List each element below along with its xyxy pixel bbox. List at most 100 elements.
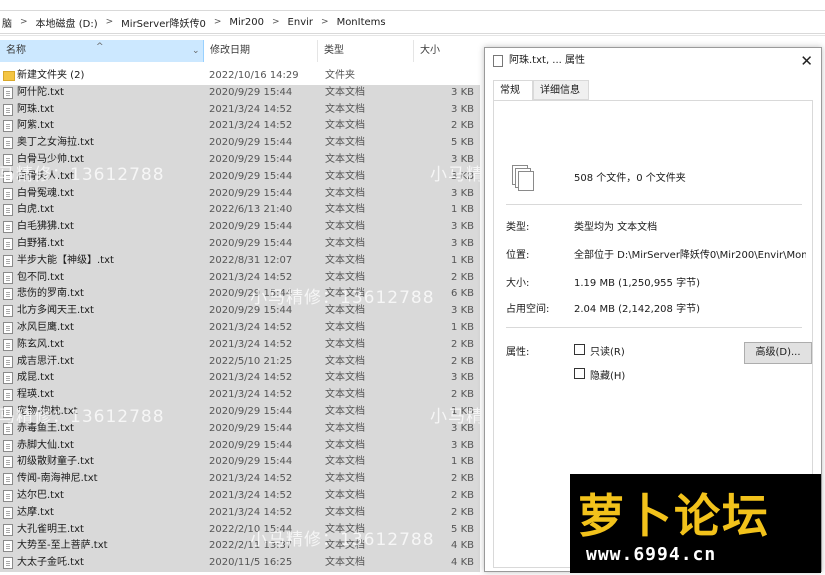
text-file-icon xyxy=(3,237,13,250)
chevron-right-icon: > xyxy=(105,17,114,27)
file-row[interactable]: 白骨冤魂.txt 2020/9/29 15:44 文本文档 3 KB xyxy=(0,185,480,203)
file-row[interactable]: 阿珠.txt 2021/3/24 14:52 文本文档 3 KB xyxy=(0,101,480,119)
tab-details[interactable]: 详细信息 xyxy=(533,80,589,100)
file-type: 文件夹 xyxy=(325,70,355,81)
file-row[interactable]: 传闻-南海神尼.txt 2021/3/24 14:52 文本文档 2 KB xyxy=(0,471,480,488)
file-row[interactable]: 新建文件夹 (2) 2022/10/16 14:29 文件夹 xyxy=(0,68,480,85)
file-row[interactable]: 达尔巴.txt 2021/3/24 14:52 文本文档 2 KB xyxy=(0,487,480,505)
text-file-icon xyxy=(3,506,13,519)
text-file-icon xyxy=(3,489,13,502)
column-header-size[interactable]: 大小 xyxy=(414,40,480,62)
file-row[interactable]: 白毛狒狒.txt 2020/9/29 15:44 文本文档 3 KB xyxy=(0,219,480,236)
file-size: 5 KB xyxy=(451,137,474,149)
readonly-checkbox[interactable] xyxy=(574,344,585,355)
dialog-title: 阿珠.txt, ... 属性 xyxy=(509,55,586,66)
column-header-name[interactable]: 名称 ^ ⌄ xyxy=(0,40,204,62)
chevron-right-icon: > xyxy=(213,17,222,27)
file-row[interactable]: 赤毒鱼王.txt 2020/9/29 15:44 文本文档 3 KB xyxy=(0,420,480,438)
file-row[interactable]: 白虎.txt 2022/6/13 21:40 文本文档 1 KB xyxy=(0,202,480,220)
file-modified-date: 2020/9/29 15:44 xyxy=(209,221,293,233)
file-size: 2 KB xyxy=(451,506,474,518)
file-name: 成昆.txt xyxy=(17,372,54,384)
file-modified-date: 2021/3/24 14:52 xyxy=(209,506,293,518)
file-row[interactable]: 冰风巨鹰.txt 2021/3/24 14:52 文本文档 1 KB xyxy=(0,319,480,337)
file-name: 阿珠.txt xyxy=(17,103,54,115)
file-name: 大太子金吒.txt xyxy=(17,557,84,569)
file-type: 文本文档 xyxy=(325,523,365,535)
file-name: 赤毒鱼王.txt xyxy=(17,422,74,434)
breadcrumb-item-mirserver[interactable]: MirServer降妖传0 xyxy=(121,15,206,30)
file-name: 新建文件夹 (2) xyxy=(17,70,85,81)
readonly-label[interactable]: 只读(R) xyxy=(590,343,625,358)
file-row[interactable]: 阿紫.txt 2021/3/24 14:52 文本文档 2 KB xyxy=(0,118,480,136)
selection-summary: 508 个文件，0 个文件夹 xyxy=(574,173,686,184)
text-file-icon xyxy=(3,372,13,385)
file-row[interactable]: 宠物-抱枕.txt 2020/9/29 15:44 文本文档 1 KB xyxy=(0,403,480,421)
text-file-icon xyxy=(3,405,13,418)
file-row[interactable]: 奥丁之女海拉.txt 2020/9/29 15:44 文本文档 5 KB xyxy=(0,135,480,152)
hidden-checkbox[interactable] xyxy=(574,368,585,379)
file-row[interactable]: 白骨马少帅.txt 2020/9/29 15:44 文本文档 3 KB xyxy=(0,151,480,169)
file-modified-date: 2022/8/31 12:07 xyxy=(209,254,293,266)
column-header-type[interactable]: 类型 xyxy=(318,40,414,62)
file-type: 文本文档 xyxy=(325,137,365,149)
file-name: 包不同.txt xyxy=(17,271,64,283)
file-row[interactable]: 初级散财童子.txt 2020/9/29 15:44 文本文档 1 KB xyxy=(0,454,480,472)
file-size: 3 KB xyxy=(451,153,474,165)
file-modified-date: 2022/2/11 13:37 xyxy=(209,540,293,552)
advanced-button[interactable]: 高级(D)... xyxy=(744,342,812,364)
file-row[interactable]: 白骨夫人.txt 2020/9/29 15:44 文本文档 3 KB xyxy=(0,168,480,186)
text-file-icon xyxy=(3,204,13,217)
address-bar[interactable]: 脑 > 本地磁盘 (D:) > MirServer降妖传0 > Mir200 >… xyxy=(0,0,825,36)
file-name: 大孔雀明王.txt xyxy=(17,523,84,535)
file-row[interactable]: 程瑛.txt 2021/3/24 14:52 文本文档 2 KB xyxy=(0,387,480,404)
text-file-icon xyxy=(3,523,13,536)
file-row[interactable]: 北方多闻天王.txt 2020/9/29 15:44 文本文档 3 KB xyxy=(0,303,480,320)
file-size: 3 KB xyxy=(451,221,474,233)
file-row[interactable]: 成吉思汗.txt 2022/5/10 21:25 文本文档 2 KB xyxy=(0,353,480,371)
file-row[interactable]: 赤脚大仙.txt 2020/9/29 15:44 文本文档 3 KB xyxy=(0,437,480,455)
file-row[interactable]: 包不同.txt 2021/3/24 14:52 文本文档 2 KB xyxy=(0,269,480,287)
dialog-title-bar[interactable]: 阿珠.txt, ... 属性 xyxy=(485,48,821,74)
file-modified-date: 2020/9/29 15:44 xyxy=(209,237,293,249)
location-value: 全部位于 D:\MirServer降妖传0\Mir200\Envir\MonIt xyxy=(574,250,806,261)
breadcrumb-item-monitems[interactable]: MonItems xyxy=(337,17,386,28)
file-modified-date: 2020/9/29 15:44 xyxy=(209,187,293,199)
file-row[interactable]: 大势至-至上菩萨.txt 2022/2/11 13:37 文本文档 4 KB xyxy=(0,538,480,556)
file-row[interactable]: 阿什陀.txt 2020/9/29 15:44 文本文档 3 KB xyxy=(0,84,480,102)
breadcrumb-item-envir[interactable]: Envir xyxy=(288,17,313,28)
file-row[interactable]: 陈玄风.txt 2021/3/24 14:52 文本文档 2 KB xyxy=(0,336,480,354)
file-modified-date: 2020/9/29 15:44 xyxy=(209,153,293,165)
file-name: 成吉思汗.txt xyxy=(17,355,74,367)
file-name: 大势至-至上菩萨.txt xyxy=(17,540,108,552)
column-header-date[interactable]: 修改日期 xyxy=(204,40,318,62)
file-row[interactable]: 白野猪.txt 2020/9/29 15:44 文本文档 3 KB xyxy=(0,235,480,253)
breadcrumb-item-drive[interactable]: 本地磁盘 (D:) xyxy=(36,15,98,30)
file-name: 赤脚大仙.txt xyxy=(17,439,74,451)
file-name: 白骨马少帅.txt xyxy=(17,153,84,165)
chevron-down-icon[interactable]: ⌄ xyxy=(192,40,200,62)
file-size: 3 KB xyxy=(451,170,474,182)
file-name: 北方多闻天王.txt xyxy=(17,305,94,317)
file-size: 2 KB xyxy=(451,120,474,132)
file-row[interactable]: 半步大能【神级】.txt 2022/8/31 12:07 文本文档 1 KB xyxy=(0,252,480,270)
tab-general[interactable]: 常规 xyxy=(493,80,533,101)
file-type: 文本文档 xyxy=(325,456,365,468)
file-row[interactable]: 成昆.txt 2021/3/24 14:52 文本文档 3 KB xyxy=(0,370,480,388)
file-row[interactable]: 悲伤的罗南.txt 2020/9/29 15:44 文本文档 6 KB xyxy=(0,286,480,304)
file-size: 3 KB xyxy=(451,422,474,434)
type-label: 类型: xyxy=(506,222,530,233)
breadcrumb-item-computer[interactable]: 脑 xyxy=(2,15,12,30)
breadcrumb[interactable]: 脑 > 本地磁盘 (D:) > MirServer降妖传0 > Mir200 >… xyxy=(0,10,825,34)
file-row[interactable]: 大孔雀明王.txt 2022/2/10 15:44 文本文档 5 KB xyxy=(0,521,480,539)
file-modified-date: 2020/9/29 15:44 xyxy=(209,288,293,300)
file-row[interactable]: 大太子金吒.txt 2020/11/5 16:25 文本文档 4 KB xyxy=(0,555,480,572)
close-icon[interactable]: ✕ xyxy=(800,50,813,72)
text-file-icon xyxy=(3,170,13,183)
file-row[interactable]: 达摩.txt 2021/3/24 14:52 文本文档 2 KB xyxy=(0,504,480,522)
hidden-label[interactable]: 隐藏(H) xyxy=(590,367,625,382)
text-file-icon xyxy=(3,473,13,486)
file-size: 1 KB xyxy=(451,405,474,417)
breadcrumb-item-mir200[interactable]: Mir200 xyxy=(229,17,264,28)
file-type: 文本文档 xyxy=(325,221,365,233)
